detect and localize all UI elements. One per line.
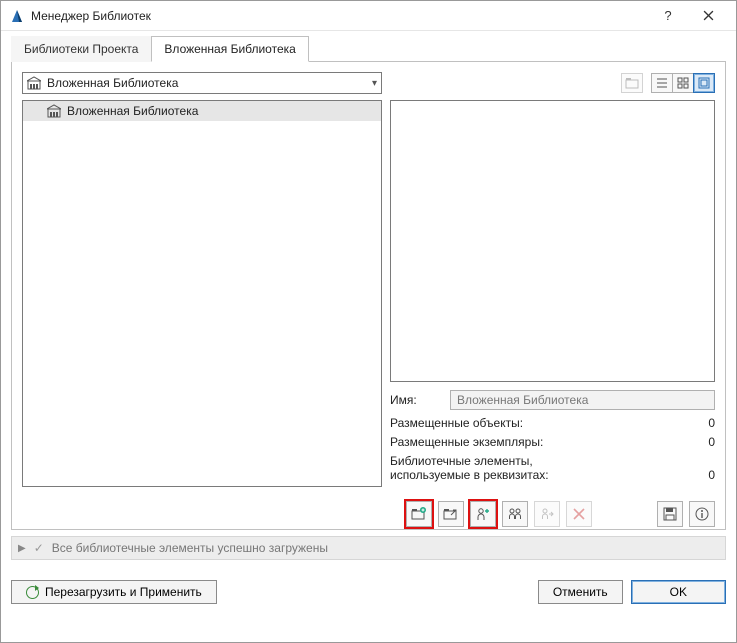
attrs-label: Библиотечные элементы, используемые в ре… <box>390 454 549 482</box>
reload-icon <box>26 586 39 599</box>
copy-instance-button[interactable] <box>470 501 496 527</box>
app-icon <box>9 8 25 24</box>
export-folder-button[interactable] <box>438 501 464 527</box>
library-selector[interactable]: Вложенная Библиотека ▾ <box>22 72 382 94</box>
placed-instances-value: 0 <box>708 435 715 449</box>
library-icon <box>27 76 41 90</box>
help-button[interactable]: ? <box>648 2 688 30</box>
tab-panel: Вложенная Библиотека ▾ Вложенная Библиот… <box>11 62 726 530</box>
preview-area <box>390 100 715 382</box>
status-message: Все библиотечные элементы успешно загруж… <box>52 541 328 555</box>
status-bar[interactable]: ▶ ✓ Все библиотечные элементы успешно за… <box>11 536 726 560</box>
dialog-content: Библиотеки Проекта Вложенная Библиотека … <box>1 31 736 570</box>
expand-icon: ▶ <box>18 543 26 554</box>
library-selector-text: Вложенная Библиотека <box>47 76 366 90</box>
action-toolbar <box>22 501 715 527</box>
ok-button[interactable]: OK <box>631 580 726 604</box>
add-folder-button[interactable] <box>406 501 432 527</box>
attrs-value: 0 <box>708 468 715 482</box>
tab-embedded-library[interactable]: Вложенная Библиотека <box>151 36 308 62</box>
left-column: Вложенная Библиотека ▾ Вложенная Библиот… <box>22 72 382 487</box>
titlebar: Менеджер Библиотек ? <box>1 1 736 31</box>
info-panel: Имя: Размещенные объекты: 0 Размещенные … <box>390 390 715 487</box>
tree-item-label: Вложенная Библиотека <box>67 104 198 118</box>
cancel-button[interactable]: Отменить <box>538 580 623 604</box>
right-column: Имя: Размещенные объекты: 0 Размещенные … <box>390 72 715 487</box>
view-toolbar <box>390 72 715 94</box>
name-field <box>450 390 715 410</box>
info-button[interactable] <box>689 501 715 527</box>
tab-project-libraries[interactable]: Библиотеки Проекта <box>11 36 151 62</box>
close-button[interactable] <box>688 2 728 30</box>
reload-apply-button[interactable]: Перезагрузить и Применить <box>11 580 217 604</box>
name-label: Имя: <box>390 393 450 407</box>
dialog-footer: Перезагрузить и Применить Отменить OK <box>1 570 736 614</box>
move-button[interactable] <box>534 501 560 527</box>
placed-objects-label: Размещенные объекты: <box>390 416 523 430</box>
tree-item[interactable]: Вложенная Библиотека <box>23 101 381 121</box>
library-icon <box>47 104 61 118</box>
placed-instances-label: Размещенные экземпляры: <box>390 435 543 449</box>
chevron-down-icon: ▾ <box>372 78 377 89</box>
delete-button[interactable] <box>566 501 592 527</box>
view-list-button[interactable] <box>651 73 673 93</box>
view-large-button[interactable] <box>693 73 715 93</box>
up-folder-button[interactable] <box>621 73 643 93</box>
tab-strip: Библиотеки Проекта Вложенная Библиотека <box>11 35 726 62</box>
library-tree[interactable]: Вложенная Библиотека <box>22 100 382 487</box>
window-title: Менеджер Библиотек <box>31 9 648 23</box>
reload-apply-label: Перезагрузить и Применить <box>45 585 202 599</box>
view-grid-button[interactable] <box>672 73 694 93</box>
save-settings-button[interactable] <box>657 501 683 527</box>
placed-objects-value: 0 <box>708 416 715 430</box>
check-icon: ✓ <box>34 541 44 555</box>
duplicate-button[interactable] <box>502 501 528 527</box>
